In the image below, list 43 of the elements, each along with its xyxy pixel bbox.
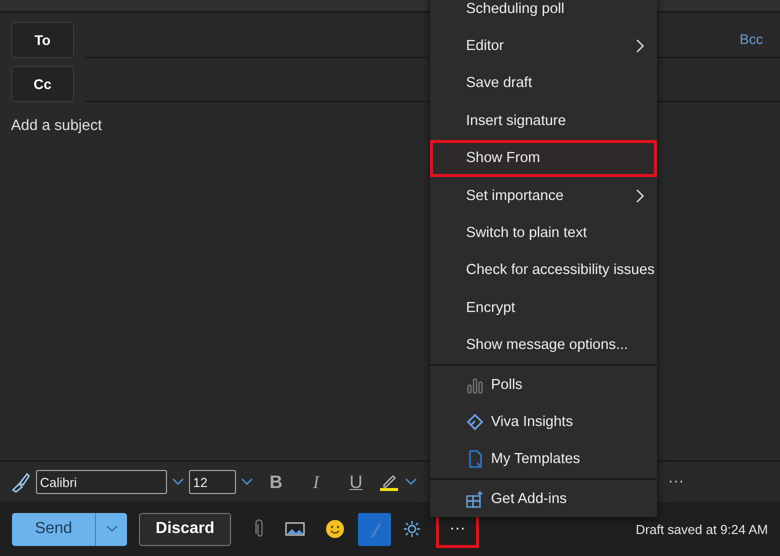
send-button[interactable]: Send xyxy=(12,512,95,546)
menu-item[interactable]: Encrypt xyxy=(430,289,657,327)
menu-item[interactable]: Viva Insights xyxy=(430,403,657,441)
menu-item[interactable]: Get Add-ins xyxy=(430,480,657,518)
discard-button[interactable]: Discard xyxy=(139,512,231,546)
menu-item[interactable]: Scheduling poll xyxy=(430,0,657,28)
sun-icon[interactable] xyxy=(403,520,421,538)
font-field[interactable]: Calibri xyxy=(36,470,167,494)
menu-item[interactable]: Switch to plain text xyxy=(430,214,657,252)
underline-button[interactable]: U xyxy=(338,472,374,492)
font-size-field[interactable]: 12 xyxy=(189,470,236,494)
chevron-icon xyxy=(104,524,118,534)
menu-item[interactable]: Editor xyxy=(430,27,657,65)
chevron-icon[interactable] xyxy=(171,477,185,487)
bcc-link[interactable]: Bcc xyxy=(740,31,763,47)
italic-button[interactable]: I xyxy=(298,472,334,492)
diamond-icon xyxy=(466,412,484,431)
bold-button[interactable]: B xyxy=(258,472,294,492)
smiley-icon[interactable] xyxy=(325,519,345,539)
recipient-button[interactable]: To xyxy=(11,22,74,58)
more-formatting-button[interactable]: ··· xyxy=(668,473,684,491)
draft-status: Draft saved at 9:24 AM xyxy=(636,522,768,536)
recipient-button[interactable]: Cc xyxy=(11,66,74,102)
menu-item[interactable]: Show From xyxy=(430,140,657,177)
menu-item[interactable]: Check for accessibility issues xyxy=(430,252,657,290)
document-icon xyxy=(466,450,484,468)
subject-field[interactable]: Add a subject xyxy=(11,113,391,137)
menu-item[interactable]: Polls xyxy=(430,366,657,404)
image-icon[interactable] xyxy=(285,521,305,537)
send-options-button[interactable] xyxy=(95,512,127,546)
chevron-icon[interactable] xyxy=(404,477,418,487)
menu-item[interactable]: Show message options... xyxy=(430,326,657,364)
bar-chart-icon xyxy=(466,376,484,394)
grid-plus-icon xyxy=(466,490,484,508)
menu-item[interactable]: My Templates xyxy=(430,440,657,478)
paintbrush-icon[interactable] xyxy=(10,471,32,493)
chevron-icon[interactable] xyxy=(240,477,254,487)
chevron-right-icon xyxy=(636,39,644,54)
menu-item[interactable]: Set importance xyxy=(430,176,657,214)
paperclip-icon[interactable] xyxy=(255,519,265,539)
menu-item[interactable]: Save draft xyxy=(430,64,657,102)
chevron-right-icon xyxy=(636,188,644,203)
menu-item[interactable]: Insert signature xyxy=(430,102,657,140)
